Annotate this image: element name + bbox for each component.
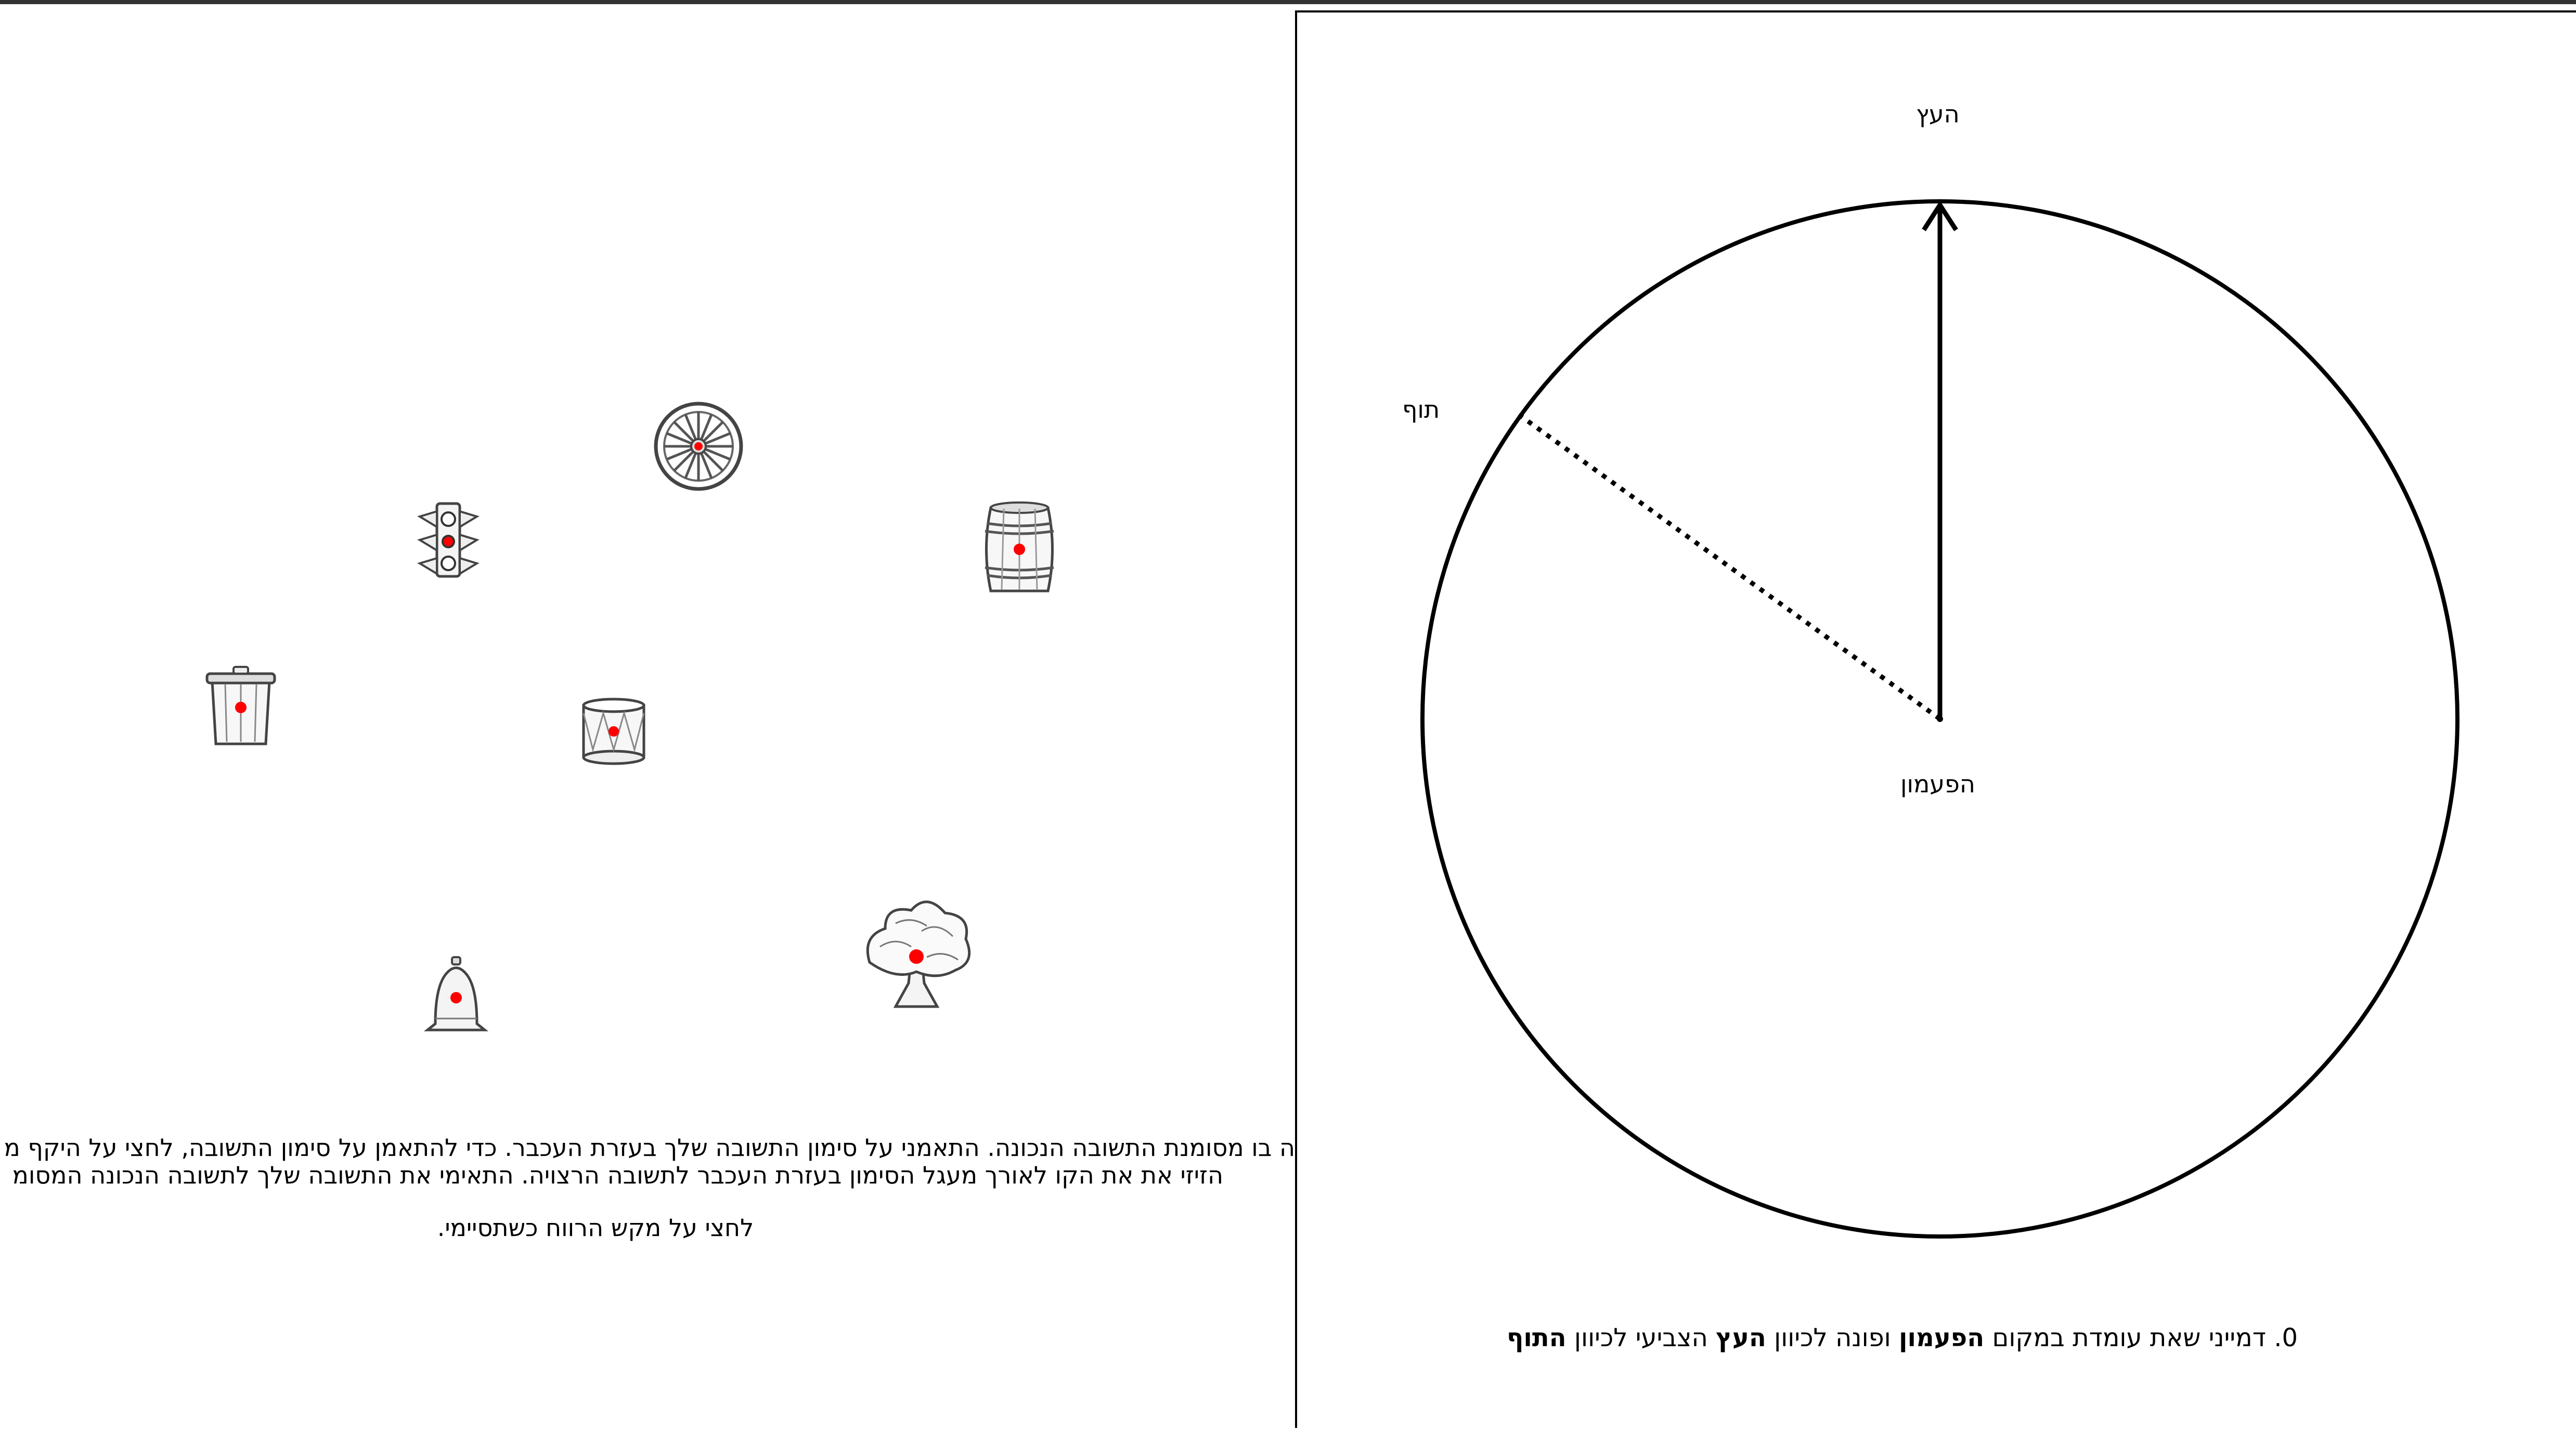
traffic-light-icon	[417, 502, 480, 578]
trial-question: 0. דמייני שאת עומדת במקום הפעמון ופונה ל…	[1295, 1323, 2576, 1352]
tree-marker	[909, 949, 924, 964]
label-standing-object: הפעמון	[1900, 770, 1975, 798]
tree-icon	[866, 900, 971, 1008]
trash-can-marker	[235, 702, 247, 713]
question-facing: העץ	[1716, 1323, 1766, 1352]
label-facing-object: העץ	[1916, 100, 1960, 128]
question-number: 0.	[2274, 1323, 2298, 1352]
barrel-marker	[1014, 544, 1025, 555]
drum-icon	[582, 698, 645, 765]
label-target-object: תוף	[1402, 395, 1440, 423]
bell-icon	[423, 956, 489, 1032]
instruction-line-3: לחצי על מקש הרווח כשתסיימי.	[0, 1214, 1295, 1241]
drum-marker	[609, 726, 619, 737]
bell-marker	[450, 992, 462, 1003]
question-target: התוף	[1507, 1323, 1567, 1352]
window-top-bar	[0, 0, 2576, 4]
instruction-line-2: הזיזי את את הקו לאורך מעגל הסימון בעזרת …	[12, 1161, 1223, 1189]
response-panel: העץ תוף הפעמון 0. דמייני שאת עומדת במקום…	[1295, 10, 2576, 1428]
center-point	[1937, 716, 1943, 722]
instruction-line-1: ה בו מסומנת התשובה הנכונה. התאמני על סימ…	[4, 1133, 1295, 1162]
scene-canvas	[205, 402, 1054, 1032]
wheel-marker	[694, 442, 703, 450]
barrel-icon	[985, 501, 1054, 592]
wagon-wheel-icon	[654, 402, 743, 491]
traffic-light-marker	[444, 537, 453, 546]
instruction-line-3-text: לחצי על מקש הרווח כשתסיימי.	[437, 1214, 754, 1242]
trash-can-icon	[205, 666, 276, 745]
question-standing: הפעמון	[1899, 1323, 1985, 1352]
question-part1: דמייני שאת עומדת במקום	[1992, 1323, 2266, 1352]
scene-panel: ה בו מסומנת התשובה הנכונה. התאמני על סימ…	[0, 4, 1295, 1428]
question-part2: ופונה לכיוון	[1774, 1323, 1891, 1352]
question-part3: הצביעי לכיוון	[1574, 1323, 1708, 1352]
response-canvas	[1420, 199, 2460, 1239]
